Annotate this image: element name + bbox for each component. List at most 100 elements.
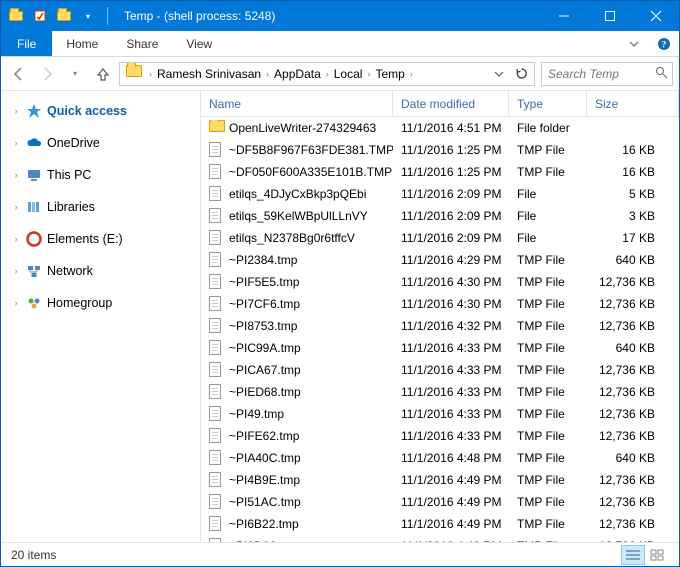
search-icon[interactable] xyxy=(655,66,668,82)
qat-properties-icon[interactable] xyxy=(31,7,49,25)
file-date: 11/1/2016 4:51 PM xyxy=(393,121,509,135)
chevron-right-icon[interactable]: › xyxy=(11,138,21,148)
file-type: TMP File xyxy=(509,363,587,377)
file-row[interactable]: ~PICA67.tmp11/1/2016 4:33 PMTMP File12,7… xyxy=(201,359,679,381)
chevron-right-icon[interactable]: › xyxy=(11,234,21,244)
search-box[interactable] xyxy=(541,62,673,86)
file-date: 11/1/2016 4:33 PM xyxy=(393,341,509,355)
help-button[interactable]: ? xyxy=(649,31,679,56)
file-name: ~PI7CF6.tmp xyxy=(229,297,300,311)
column-date[interactable]: Date modified xyxy=(393,91,509,116)
file-row[interactable]: ~PIED68.tmp11/1/2016 4:33 PMTMP File12,7… xyxy=(201,381,679,403)
file-row[interactable]: ~PIA40C.tmp11/1/2016 4:48 PMTMP File640 … xyxy=(201,447,679,469)
file-row[interactable]: ~PI49.tmp11/1/2016 4:33 PMTMP File12,736… xyxy=(201,403,679,425)
navpane-onedrive[interactable]: ›OneDrive xyxy=(1,131,200,155)
file-size: 12,736 KB xyxy=(587,495,679,509)
minimize-button[interactable] xyxy=(541,1,587,31)
up-button[interactable] xyxy=(91,62,115,86)
back-button[interactable] xyxy=(7,62,31,86)
file-row[interactable]: etilqs_59KelWBpUlLLnVY11/1/2016 2:09 PMF… xyxy=(201,205,679,227)
main-area: › Quick access ›OneDrive ›This PC ›Libraries… xyxy=(1,91,679,542)
close-button[interactable] xyxy=(633,1,679,31)
file-icon xyxy=(209,494,225,510)
maximize-button[interactable] xyxy=(587,1,633,31)
file-size: 640 KB xyxy=(587,253,679,267)
thumbnails-view-button[interactable] xyxy=(645,545,669,565)
file-size: 640 KB xyxy=(587,451,679,465)
chevron-right-icon[interactable]: › xyxy=(409,69,414,79)
file-type: TMP File xyxy=(509,143,587,157)
file-name: ~PICA67.tmp xyxy=(229,363,301,377)
recent-dropdown-icon[interactable]: ▾ xyxy=(63,62,87,86)
navpane-quick-access[interactable]: › Quick access xyxy=(1,99,200,123)
file-size: 12,736 KB xyxy=(587,275,679,289)
chevron-right-icon[interactable]: › xyxy=(11,170,21,180)
file-icon xyxy=(209,230,225,246)
file-row[interactable]: ~PI4B9E.tmp11/1/2016 4:49 PMTMP File12,7… xyxy=(201,469,679,491)
navpane-elements-e[interactable]: ›Elements (E:) xyxy=(1,227,200,251)
qat-dropdown-icon[interactable]: ▾ xyxy=(79,7,97,25)
file-type: TMP File xyxy=(509,517,587,531)
file-type: TMP File xyxy=(509,341,587,355)
breadcrumb-segment[interactable]: AppData xyxy=(270,67,325,81)
file-row[interactable]: ~DF050F600A335E101B.TMP11/1/2016 1:25 PM… xyxy=(201,161,679,183)
refresh-button[interactable] xyxy=(510,63,532,85)
file-row[interactable]: ~PIF5E5.tmp11/1/2016 4:30 PMTMP File12,7… xyxy=(201,271,679,293)
address-dropdown-icon[interactable] xyxy=(488,63,510,85)
qat-separator xyxy=(107,7,108,25)
column-name[interactable]: Name xyxy=(201,91,393,116)
expand-ribbon-icon[interactable] xyxy=(619,31,649,56)
navpane-network[interactable]: ›Network xyxy=(1,259,200,283)
item-count: 20 items xyxy=(11,548,56,562)
breadcrumb-segment[interactable]: Local xyxy=(330,67,367,81)
chevron-right-icon[interactable]: › xyxy=(11,266,21,276)
file-row[interactable]: ~PI51AC.tmp11/1/2016 4:49 PMTMP File12,7… xyxy=(201,491,679,513)
forward-button[interactable] xyxy=(35,62,59,86)
file-row[interactable]: ~PI6D66.tmp11/1/2016 4:49 PMTMP File12,7… xyxy=(201,535,679,542)
breadcrumb-segment[interactable]: Ramesh Srinivasan xyxy=(153,67,265,81)
file-row[interactable]: etilqs_4DJyCxBkp3pQEbi11/1/2016 2:09 PMF… xyxy=(201,183,679,205)
chevron-right-icon[interactable]: › xyxy=(11,106,21,116)
tab-file[interactable]: File xyxy=(1,31,52,56)
file-row[interactable]: ~PI6B22.tmp11/1/2016 4:49 PMTMP File12,7… xyxy=(201,513,679,535)
file-row[interactable]: ~DF5B8F967F63FDE381.TMP11/1/2016 1:25 PM… xyxy=(201,139,679,161)
file-row[interactable]: ~PI2384.tmp11/1/2016 4:29 PMTMP File640 … xyxy=(201,249,679,271)
tab-view[interactable]: View xyxy=(172,31,226,56)
file-type: File xyxy=(509,187,587,201)
file-date: 11/1/2016 4:33 PM xyxy=(393,385,509,399)
file-row[interactable]: ~PI8753.tmp11/1/2016 4:32 PMTMP File12,7… xyxy=(201,315,679,337)
tab-share[interactable]: Share xyxy=(112,31,172,56)
qat-newfolder-icon[interactable] xyxy=(55,7,73,25)
file-size: 12,736 KB xyxy=(587,363,679,377)
navpane-homegroup[interactable]: ›Homegroup xyxy=(1,291,200,315)
search-input[interactable] xyxy=(546,66,655,82)
file-row[interactable]: etilqs_N2378Bg0r6tffcV11/1/2016 2:09 PMF… xyxy=(201,227,679,249)
file-row[interactable]: OpenLiveWriter-27432946311/1/2016 4:51 P… xyxy=(201,117,679,139)
file-date: 11/1/2016 4:30 PM xyxy=(393,275,509,289)
navpane-label: Quick access xyxy=(47,104,127,118)
file-date: 11/1/2016 4:32 PM xyxy=(393,319,509,333)
tab-home[interactable]: Home xyxy=(52,31,112,56)
file-icon xyxy=(209,274,225,290)
chevron-right-icon[interactable]: › xyxy=(11,298,21,308)
file-type: TMP File xyxy=(509,429,587,443)
chevron-right-icon[interactable]: › xyxy=(11,202,21,212)
status-bar: 20 items xyxy=(1,542,679,566)
file-row[interactable]: ~PIC99A.tmp11/1/2016 4:33 PMTMP File640 … xyxy=(201,337,679,359)
navpane-libraries[interactable]: ›Libraries xyxy=(1,195,200,219)
file-rows[interactable]: OpenLiveWriter-27432946311/1/2016 4:51 P… xyxy=(201,117,679,542)
this-pc-icon xyxy=(25,166,43,184)
file-type: TMP File xyxy=(509,297,587,311)
file-size: 12,736 KB xyxy=(587,517,679,531)
file-name: ~PI49.tmp xyxy=(229,407,284,421)
column-size[interactable]: Size xyxy=(587,91,679,116)
details-view-button[interactable] xyxy=(621,545,645,565)
column-type[interactable]: Type xyxy=(509,91,587,116)
file-row[interactable]: ~PIFE62.tmp11/1/2016 4:33 PMTMP File12,7… xyxy=(201,425,679,447)
onedrive-icon xyxy=(25,134,43,152)
file-icon xyxy=(209,252,225,268)
breadcrumb-segment[interactable]: Temp xyxy=(371,67,408,81)
address-bar[interactable]: › Ramesh Srinivasan›AppData›Local›Temp› xyxy=(119,62,535,86)
file-row[interactable]: ~PI7CF6.tmp11/1/2016 4:30 PMTMP File12,7… xyxy=(201,293,679,315)
navpane-this-pc[interactable]: ›This PC xyxy=(1,163,200,187)
